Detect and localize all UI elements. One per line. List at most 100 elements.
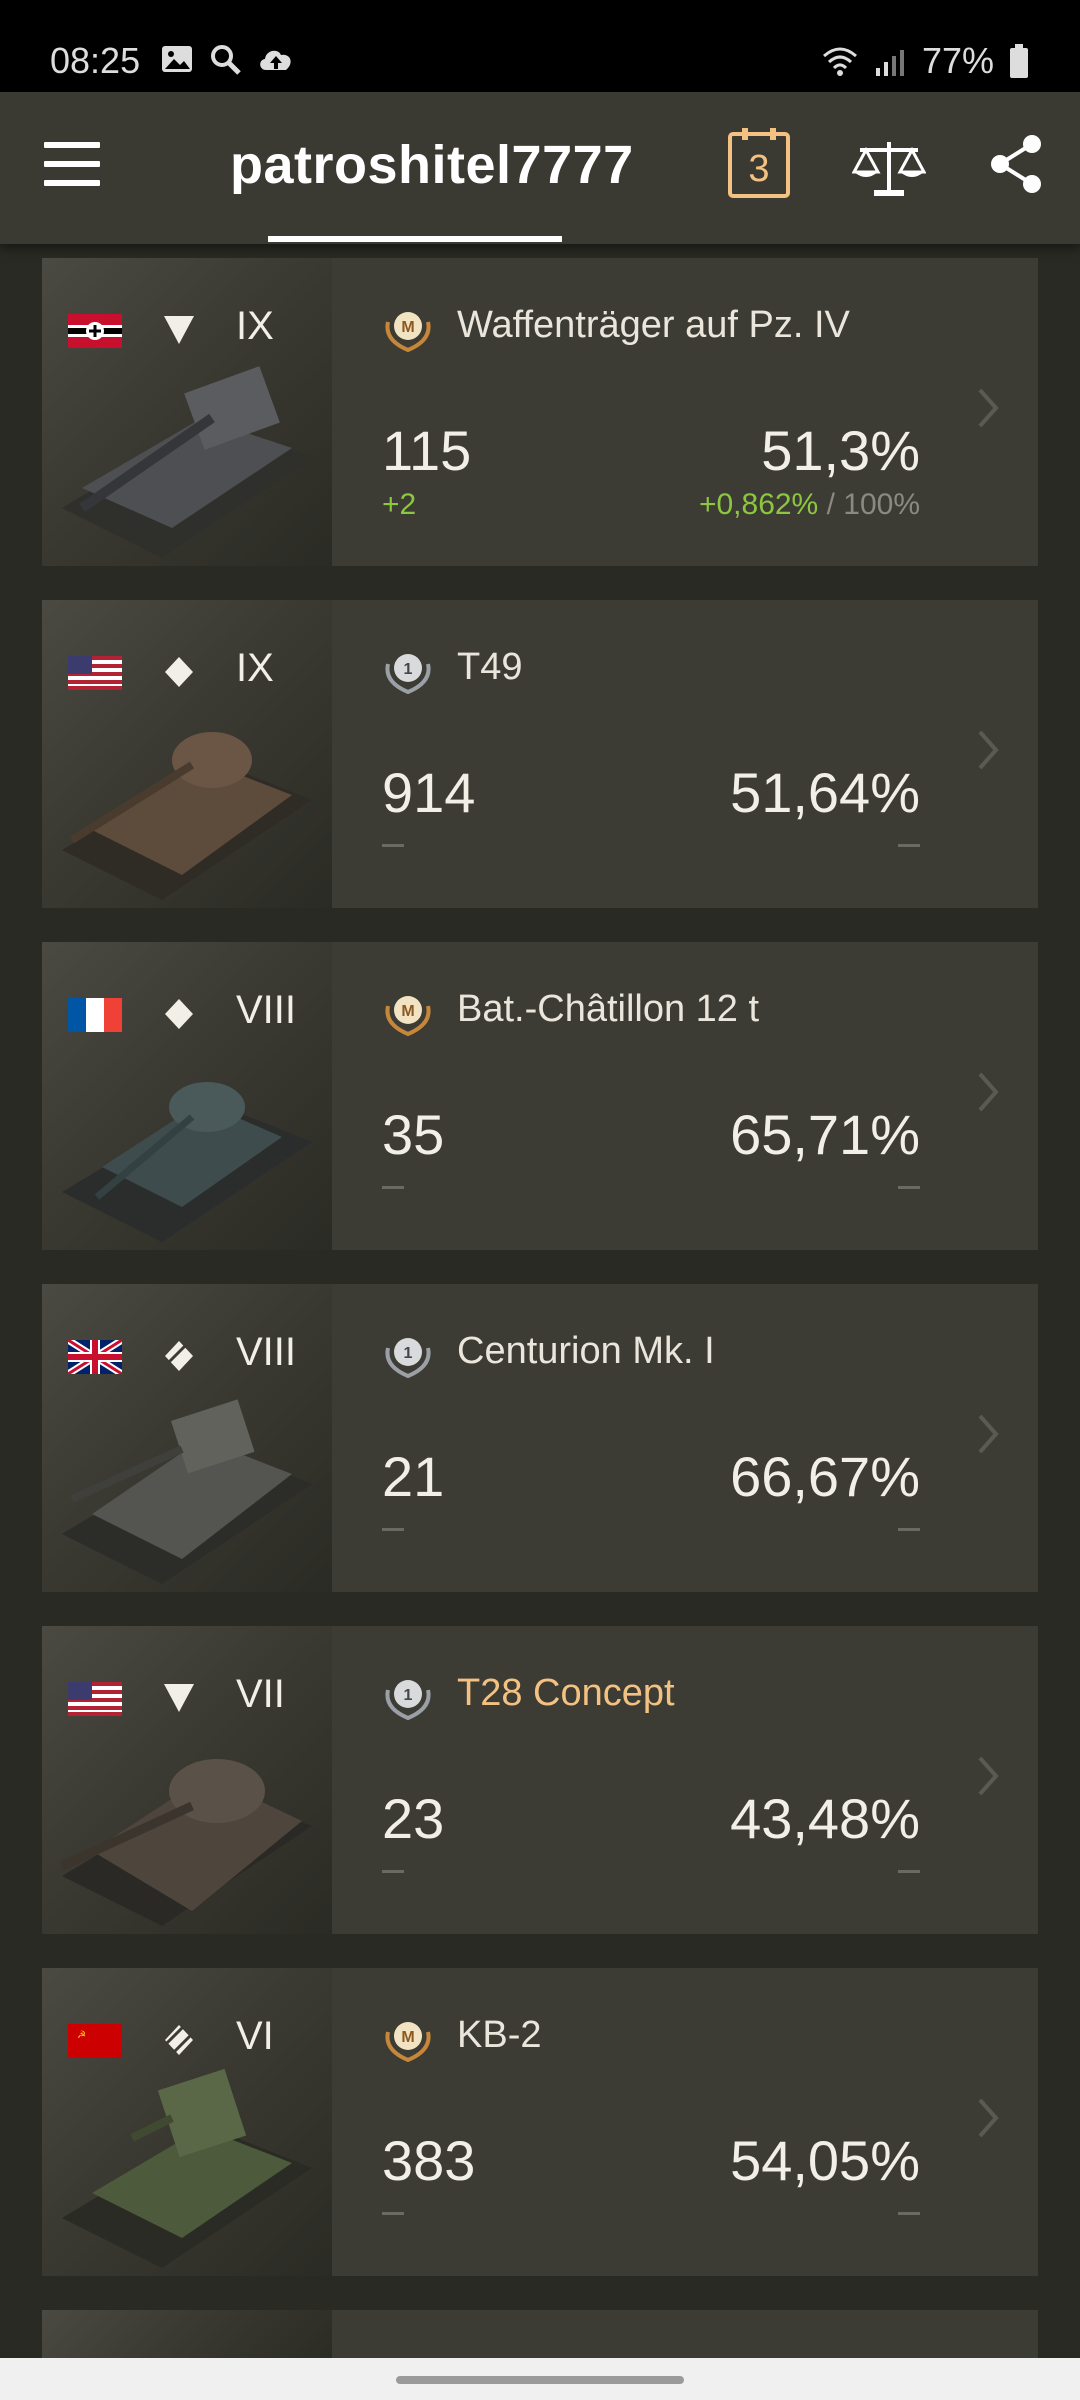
session-calendar-button[interactable]: 3 <box>726 126 792 200</box>
player-name-tab[interactable]: patroshitel7777 <box>230 134 634 196</box>
medium-tank-icon <box>165 657 193 687</box>
svg-text:1: 1 <box>404 661 413 678</box>
mastery-badge-icon: M <box>385 996 431 1036</box>
chevron-right-icon <box>978 388 999 428</box>
gallery-icon <box>162 46 192 72</box>
tank-name: Centurion Mk. I <box>457 1330 715 1372</box>
calendar-number: 3 <box>748 148 769 190</box>
battles-delta-placeholder <box>382 1186 404 1189</box>
tank-name: KB-2 <box>457 2014 542 2056</box>
tank-card[interactable]: VIII 1 Centurion Mk. I 21 66,67% <box>42 1284 1038 1592</box>
chevron-right-icon <box>978 730 999 770</box>
tank-destroyer-icon <box>164 316 194 344</box>
battles-delta-placeholder <box>382 1870 404 1873</box>
tank-tier: IX <box>236 304 274 348</box>
winrate-delta-total: 100% <box>843 488 920 521</box>
battles-count: 914 <box>382 761 476 824</box>
cloud-upload-icon <box>260 50 291 70</box>
flag-germany-icon <box>68 314 122 348</box>
battles-count: 115 <box>382 419 472 482</box>
svg-text:1: 1 <box>404 1345 413 1362</box>
winrate-delta-separator: / <box>818 488 844 521</box>
tank-tier: VIII <box>236 988 297 1032</box>
winrate-delta-placeholder <box>898 844 920 847</box>
win-rate: 43,48% <box>730 1787 920 1850</box>
tank-image <box>42 1626 332 1934</box>
tank-card[interactable]: VIII M Bat.-Châtillon 12 t 35 65,71% <box>42 942 1038 1250</box>
battles-delta-placeholder <box>382 1528 404 1531</box>
tank-tier: VI <box>236 2014 274 2058</box>
tank-tier: IX <box>236 646 274 690</box>
tank-image <box>42 600 332 908</box>
chevron-right-icon <box>978 1072 999 1112</box>
chevron-right-icon <box>978 1414 999 1454</box>
search-icon <box>211 45 241 75</box>
signal-icon <box>875 50 904 76</box>
winrate-delta-placeholder <box>898 1528 920 1531</box>
app-bar: patroshitel7777 3 <box>0 92 1080 244</box>
chevron-right-icon <box>978 2098 999 2138</box>
share-button[interactable] <box>990 132 1044 196</box>
win-rate: 51,3% <box>761 419 920 482</box>
heavy-tank-icon <box>164 2025 193 2055</box>
winrate-delta-placeholder <box>898 1870 920 1873</box>
mastery-badge-icon: M <box>385 312 431 352</box>
tank-card[interactable]: ☭ VI M KB-2 383 54,05% <box>42 1968 1038 2276</box>
system-nav-bar <box>0 2358 1080 2400</box>
status-icons <box>160 42 296 76</box>
win-rate: 66,67% <box>730 1445 920 1508</box>
win-rate: 65,71% <box>730 1103 920 1166</box>
tank-card[interactable]: IX 1 T49 914 51,64% <box>42 600 1038 908</box>
mastery-badge-icon: M <box>385 2022 431 2062</box>
tank-name: Waffenträger auf Pz. IV <box>457 304 850 346</box>
battles-delta-placeholder <box>382 2212 404 2215</box>
chevron-right-icon <box>978 1756 999 1796</box>
battles-count: 21 <box>382 1445 445 1508</box>
home-gesture-handle[interactable] <box>396 2376 684 2384</box>
flag-ussr-icon: ☭ <box>68 2024 122 2058</box>
first-class-badge-icon: 1 <box>385 1338 431 1378</box>
battery-percent: 77% <box>921 40 994 81</box>
battles-count: 35 <box>382 1103 445 1166</box>
first-class-badge-icon: 1 <box>385 1680 431 1720</box>
flag-france-icon <box>68 998 122 1032</box>
flag-usa-icon <box>68 1682 122 1716</box>
balance-scale-icon <box>851 142 927 196</box>
flag-uk-icon <box>68 1340 122 1374</box>
wifi-icon <box>822 47 857 76</box>
win-rate: 54,05% <box>730 2129 920 2192</box>
svg-text:M: M <box>401 319 414 336</box>
calendar-icon: 3 <box>728 128 790 198</box>
status-time: 08:25 <box>50 40 141 81</box>
battles-delta: +2 <box>382 488 417 521</box>
share-icon <box>991 135 1041 193</box>
winrate-delta: +0,862% / 100% <box>699 488 920 522</box>
tank-name: Bat.-Châtillon 12 t <box>457 988 760 1030</box>
first-class-badge-icon: 1 <box>385 654 431 694</box>
tank-tier: VII <box>236 1672 285 1716</box>
svg-text:☭: ☭ <box>77 2030 86 2041</box>
tank-name: T28 Concept <box>457 1672 675 1714</box>
winrate-delta-placeholder <box>898 2212 920 2215</box>
tank-tier: VIII <box>236 1330 297 1374</box>
tank-image <box>42 258 332 566</box>
svg-text:M: M <box>401 2029 414 2046</box>
battles-delta-placeholder <box>382 844 404 847</box>
svg-text:1: 1 <box>404 1687 413 1704</box>
svg-text:M: M <box>401 1003 414 1020</box>
tank-card[interactable]: IX M Waffenträger auf Pz. IV 115 51,3% +… <box>42 258 1038 566</box>
winrate-delta-value: +0,862% <box>698 488 819 521</box>
menu-button[interactable] <box>44 142 100 192</box>
tank-card[interactable]: VII 1 T28 Concept 23 43,48% <box>42 1626 1038 1934</box>
medium-tank-icon <box>165 999 193 1029</box>
battles-count: 23 <box>382 1787 445 1850</box>
winrate-delta-placeholder <box>898 1186 920 1189</box>
status-bar: 08:25 77% <box>0 0 1080 92</box>
win-rate: 51,64% <box>730 761 920 824</box>
battles-count: 383 <box>382 2129 476 2192</box>
active-tab-indicator <box>268 236 562 242</box>
battery-icon <box>1010 44 1028 78</box>
tank-image <box>42 1968 332 2276</box>
tank-name: T49 <box>457 646 523 688</box>
compare-button[interactable] <box>851 136 927 200</box>
